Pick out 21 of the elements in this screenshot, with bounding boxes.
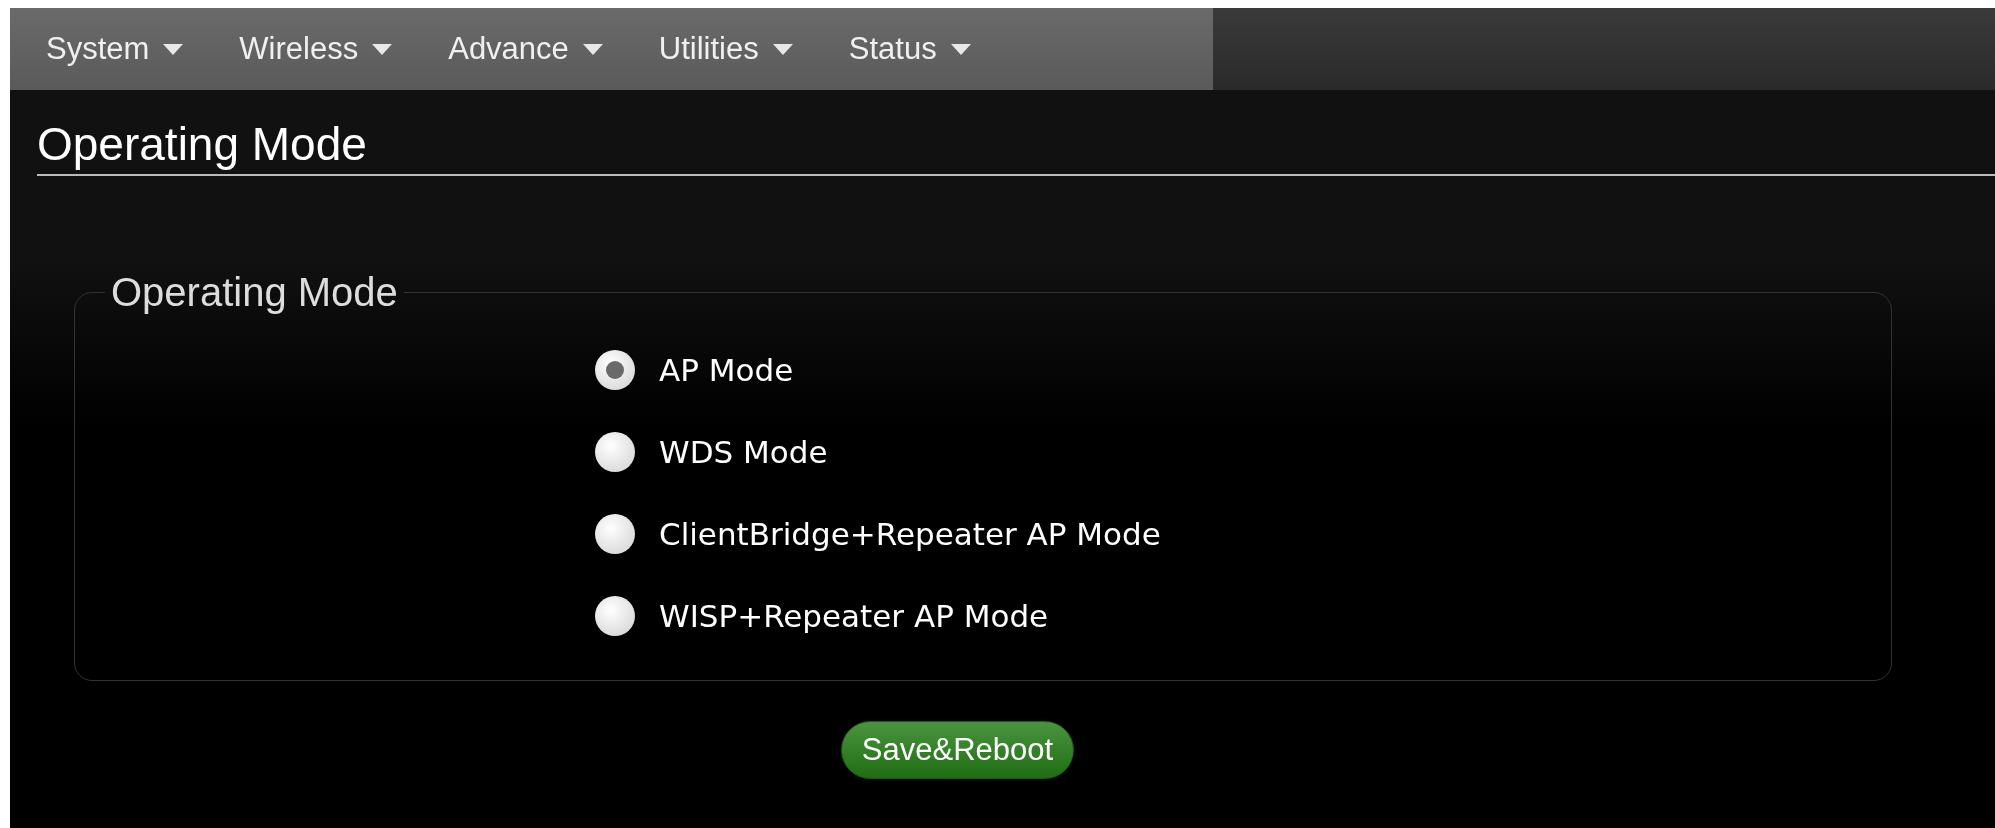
mode-radio-option[interactable]: WDS Mode: [595, 430, 1861, 474]
menu-item[interactable]: System: [46, 25, 184, 73]
menu-item[interactable]: Utilities: [658, 25, 793, 73]
caret-icon: [772, 43, 793, 55]
save-reboot-button[interactable]: Save&Reboot: [840, 721, 1075, 779]
menu-item[interactable]: Status: [848, 25, 971, 73]
mode-radio-option[interactable]: WISP+Repeater AP Mode: [595, 594, 1861, 638]
caret-icon: [163, 43, 184, 55]
radio-button[interactable]: [595, 596, 635, 636]
radio-button[interactable]: [595, 514, 635, 554]
fieldset-legend: Operating Mode: [105, 262, 404, 322]
menu-item[interactable]: Advance: [448, 25, 603, 73]
radio-button[interactable]: [595, 432, 635, 472]
caret-icon: [950, 43, 971, 55]
mode-radio-option[interactable]: AP Mode: [595, 348, 1861, 392]
menu-item[interactable]: Wireless: [239, 25, 393, 73]
page-title: Operating Mode: [37, 117, 368, 172]
caret-icon: [582, 43, 603, 55]
mode-radio-option[interactable]: ClientBridge+Repeater AP Mode: [595, 512, 1861, 556]
radio-button[interactable]: [595, 350, 635, 390]
caret-icon: [372, 43, 393, 55]
